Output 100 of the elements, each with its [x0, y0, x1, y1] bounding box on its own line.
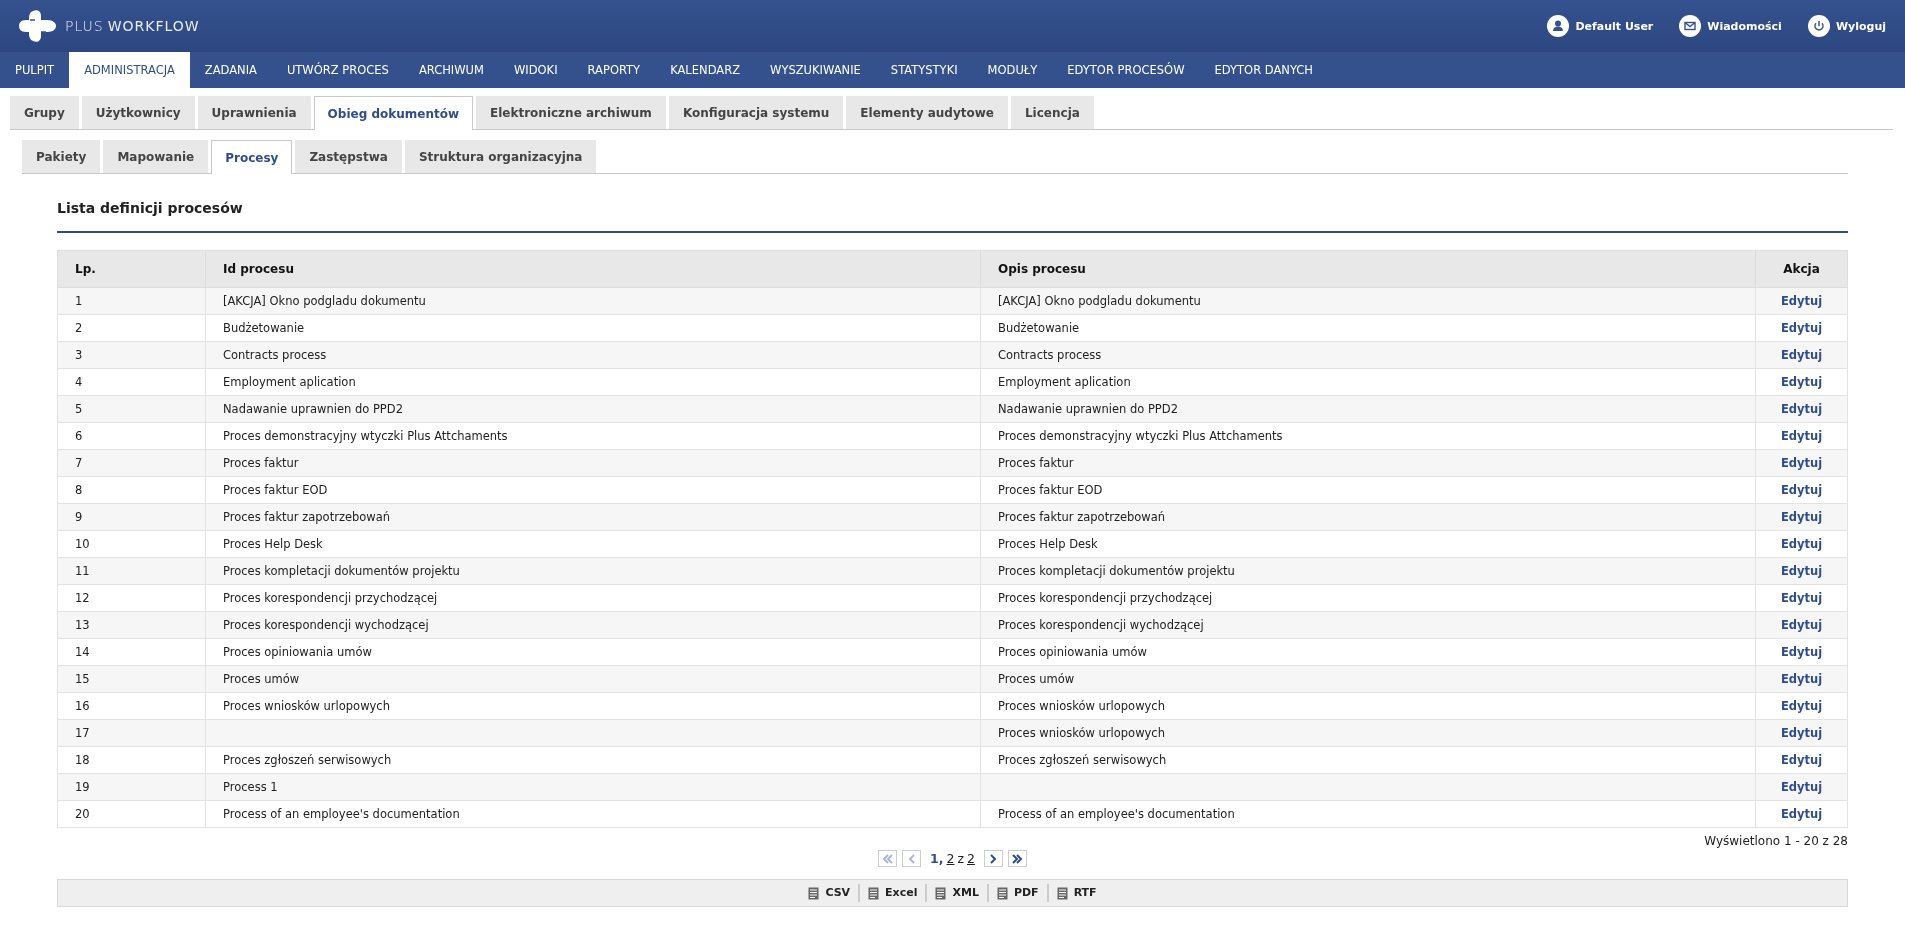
subtab[interactable]: Zastępstwa	[295, 140, 402, 173]
table-cell: Proces zgłoszeń serwisowych	[205, 746, 981, 774]
table-cell: Proces wniosków urlopowych	[980, 719, 1756, 747]
logo-text: PLUS	[65, 18, 104, 34]
table-cell: Process 1	[205, 773, 981, 801]
user-icon	[1547, 15, 1570, 37]
table-cell: Process of an employee's documentation	[980, 800, 1756, 828]
export-link[interactable]: RTF	[1046, 884, 1105, 902]
column-header: Id procesu	[205, 250, 981, 288]
table-cell: Proces opiniowania umów	[980, 638, 1756, 666]
tab[interactable]: Grupy	[10, 96, 79, 129]
tab[interactable]: Konfiguracja systemu	[668, 96, 844, 129]
table-cell: Nadawanie uprawnien do PPD2	[205, 395, 981, 423]
table-cell: 9	[57, 503, 206, 531]
table-cell: Proces korespondencji przychodzącej	[205, 584, 981, 612]
menu-item[interactable]: EDYTOR PROCESÓW	[1052, 52, 1200, 88]
table-cell: 3	[57, 341, 206, 369]
mail-icon	[1679, 15, 1702, 37]
table-cell: 7	[57, 449, 206, 477]
tab[interactable]: Obieg dokumentów	[313, 96, 473, 130]
table-cell: 6	[57, 422, 206, 450]
menu-item[interactable]: PULPIT	[0, 52, 70, 88]
tab[interactable]: Elementy audytowe	[846, 96, 1008, 129]
table-cell: 4	[57, 368, 206, 396]
table-cell: [AKCJA] Okno podgladu dokumentu	[980, 287, 1756, 315]
table-cell: Employment aplication	[980, 368, 1756, 396]
table-cell: Proces Help Desk	[205, 530, 981, 558]
table-cell: Process of an employee's documentation	[205, 800, 981, 828]
table-cell: Proces Help Desk	[980, 530, 1756, 558]
document-icon	[1056, 886, 1068, 900]
table-cell: 17	[57, 719, 206, 747]
table-cell: Proces wniosków urlopowych	[205, 692, 981, 720]
tab[interactable]: Uprawnienia	[197, 96, 311, 129]
table-cell: 11	[57, 557, 206, 585]
header-link[interactable]: Wiadomości	[1679, 15, 1782, 37]
export-link[interactable]: XML	[925, 884, 987, 902]
table-cell: [AKCJA] Okno podgladu dokumentu	[205, 287, 981, 315]
table-cell: Proces faktur	[980, 449, 1756, 477]
table-cell: 10	[57, 530, 206, 558]
table-cell: Proces demonstracyjny wtyczki Plus Attchaments	[980, 422, 1756, 450]
menu-item[interactable]: UTWÓRZ PROCES	[271, 52, 404, 88]
page-link[interactable]: 1,	[930, 851, 944, 866]
table-cell: Contracts process	[980, 341, 1756, 369]
document-icon	[868, 886, 880, 900]
table-cell: Contracts process	[205, 341, 981, 369]
power-icon	[1807, 15, 1830, 37]
document-icon	[996, 886, 1008, 900]
column-header: Akcja	[1755, 250, 1848, 288]
table-cell: Proces kompletacji dokumentów projektu	[980, 557, 1756, 585]
export-link[interactable]: PDF	[986, 884, 1047, 902]
table-cell: Proces korespondencji wychodzącej	[205, 611, 981, 639]
menu-item[interactable]: MODUŁY	[972, 52, 1053, 88]
table-cell: Proces faktur zapotrzebowań	[205, 503, 981, 531]
table-cell: 2	[57, 314, 206, 342]
tab[interactable]: Licencja	[1010, 96, 1094, 129]
table-cell: 1	[57, 287, 206, 315]
pager-button[interactable]	[1007, 850, 1027, 867]
menu-item[interactable]: WIDOKI	[498, 52, 573, 88]
export-link[interactable]: Excel	[858, 884, 926, 902]
logo-icon	[19, 9, 57, 43]
subtab[interactable]: Mapowanie	[103, 140, 209, 173]
table-cell: 8	[57, 476, 206, 504]
records-info: Wyświetlono 1 - 20 z 28	[1703, 834, 1848, 848]
menu-item[interactable]: RAPORTY	[572, 52, 656, 88]
table-cell: Proces faktur	[205, 449, 981, 477]
menu-item[interactable]: ARCHIWUM	[403, 52, 499, 88]
export-link[interactable]: CSV	[800, 884, 859, 902]
tab[interactable]: Elektroniczne archiwum	[476, 96, 666, 129]
header-link[interactable]: Wyloguj	[1807, 15, 1886, 37]
table-cell: Proces korespondencji wychodzącej	[980, 611, 1756, 639]
table-cell: 20	[57, 800, 206, 828]
table-cell: 15	[57, 665, 206, 693]
menu-item[interactable]: KALENDARZ	[655, 52, 756, 88]
table-cell: Proces umów	[980, 665, 1756, 693]
menu-item[interactable]: ADMINISTRACJA	[69, 52, 190, 88]
document-icon	[808, 886, 820, 900]
logo-text: WORKFLOW	[107, 18, 200, 34]
menu-item[interactable]: ZADANIA	[189, 52, 272, 88]
double-chevron-right-icon	[1010, 851, 1025, 866]
menu-item[interactable]: STATYSTYKI	[875, 52, 973, 88]
column-header: Lp.	[57, 250, 206, 288]
table-cell: Proces zgłoszeń serwisowych	[980, 746, 1756, 774]
subtab[interactable]: Struktura organizacyjna	[404, 140, 597, 173]
table-cell: Nadawanie uprawnien do PPD2	[980, 395, 1756, 423]
header-link[interactable]: Default User	[1547, 15, 1654, 37]
pager-button[interactable]	[983, 850, 1003, 867]
page-link[interactable]: 2	[967, 851, 975, 866]
subtab[interactable]: Procesy	[211, 140, 293, 174]
table-cell: Proces kompletacji dokumentów projektu	[205, 557, 981, 585]
document-icon	[935, 886, 947, 900]
table-cell: 16	[57, 692, 206, 720]
table-cell: Budżetowanie	[980, 314, 1756, 342]
column-header: Opis procesu	[980, 250, 1756, 288]
menu-item[interactable]: WYSZUKIWANIE	[755, 52, 876, 88]
menu-item[interactable]: EDYTOR DANYCH	[1199, 52, 1328, 88]
page-link[interactable]: 2	[946, 851, 955, 866]
table-cell: 18	[57, 746, 206, 774]
table-cell: 13	[57, 611, 206, 639]
subtab[interactable]: Pakiety	[22, 140, 101, 173]
tab[interactable]: Użytkownicy	[81, 96, 195, 129]
